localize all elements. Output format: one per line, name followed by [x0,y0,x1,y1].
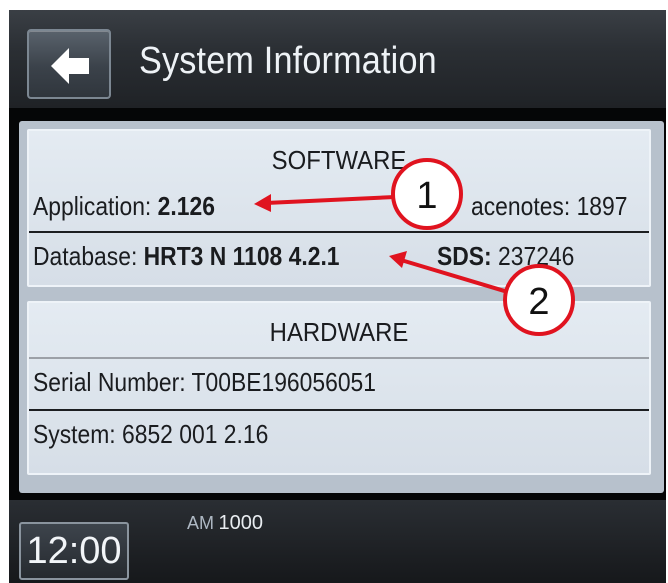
callout-number-2: 2 [528,281,549,323]
callout-2: 2 [389,251,575,336]
radio-band: AM [187,513,214,533]
arrow-line-1 [265,195,396,205]
status-bar: 12:00 AM 1000 [9,500,666,583]
clock-button[interactable]: 12:00 [19,522,129,580]
callout-1: 1 [254,158,463,230]
arrow-line-2 [400,258,512,295]
callout-number-1: 1 [416,175,437,217]
annotation-overlay: 1 2 [254,158,575,336]
radio-status[interactable]: AM 1000 [187,512,263,535]
arrow-head-1 [254,194,271,212]
radio-frequency: 1000 [218,512,263,534]
head-unit-screen: System Information SOFTWARE Application:… [9,10,666,583]
arrow-head-2 [389,251,407,268]
